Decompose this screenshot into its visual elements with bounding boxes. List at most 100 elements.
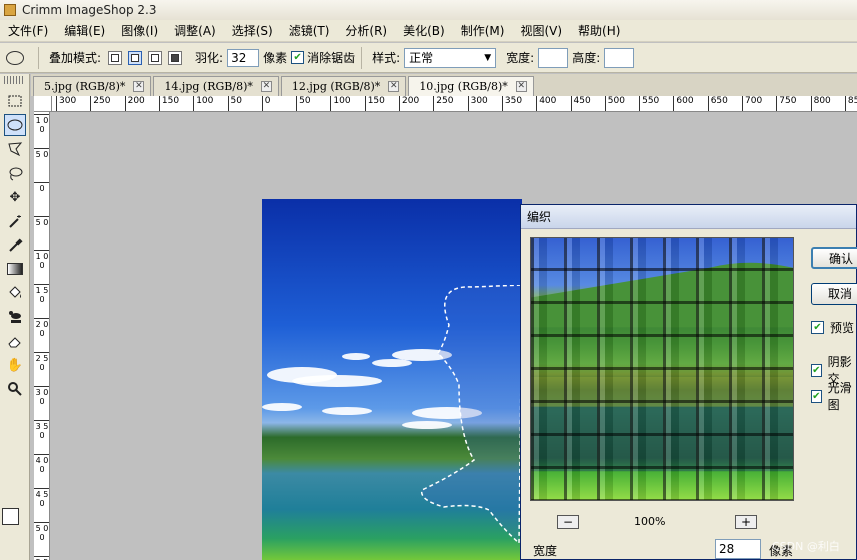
ruler-tick-label: 100 xyxy=(330,96,351,111)
style-label: 样式: xyxy=(372,51,401,65)
subtract-selection-button[interactable] xyxy=(148,50,163,65)
ruler-tick-label: 5 0 xyxy=(34,216,49,227)
ruler-tick-label: 4 0 0 xyxy=(34,454,49,474)
ruler-tick-label: 300 xyxy=(467,96,488,111)
feather-unit: 像素 xyxy=(263,51,288,65)
antialias-checkbox[interactable]: ✔ xyxy=(291,51,305,64)
preview-check-box[interactable]: ✔ xyxy=(811,321,824,334)
clone-stamp-icon[interactable] xyxy=(4,306,26,328)
width-input[interactable] xyxy=(538,47,569,68)
close-icon[interactable]: ✕ xyxy=(260,81,272,92)
shadow-check-box[interactable]: ✔ xyxy=(811,363,822,377)
gradient-icon[interactable] xyxy=(4,258,26,280)
antialias-label: 消除锯齿 xyxy=(307,51,356,65)
document-tab[interactable]: 10.jpg (RGB/8)* ✕ xyxy=(408,76,534,96)
ruler-tick-label: 150 xyxy=(364,96,385,111)
polygon-lasso-icon[interactable] xyxy=(4,138,26,160)
ruler-tick-label: 3 0 0 xyxy=(34,386,49,406)
eraser-icon[interactable] xyxy=(4,330,26,352)
menu-item[interactable]: 视图(V) xyxy=(512,20,570,42)
move-icon[interactable]: ✥ xyxy=(4,186,26,208)
ruler-tick-label: 5 0 xyxy=(34,148,49,159)
weave-width-label: 宽度 xyxy=(533,544,558,558)
ruler-tick-label: 0 xyxy=(261,96,271,111)
eyedropper-icon[interactable] xyxy=(4,234,26,256)
weave-pattern xyxy=(531,238,793,500)
ok-button[interactable]: 确认 xyxy=(811,247,857,269)
title-bar: Crimm ImageShop 2.3 xyxy=(0,0,857,20)
cancel-button[interactable]: 取消 xyxy=(811,283,857,305)
ruler-tick-label: 650 xyxy=(707,96,728,111)
menu-item[interactable]: 编辑(E) xyxy=(56,20,113,42)
ruler-corner xyxy=(34,96,52,112)
menu-item[interactable]: 图像(I) xyxy=(113,20,166,42)
ellipse-marquee-icon[interactable] xyxy=(4,114,26,136)
magic-wand-icon[interactable] xyxy=(4,210,26,232)
separator xyxy=(38,46,39,69)
close-icon[interactable]: ✕ xyxy=(133,81,145,92)
height-input[interactable] xyxy=(604,47,635,68)
ruler-tick-label: 350 xyxy=(501,96,522,111)
close-icon[interactable]: ✕ xyxy=(515,81,527,92)
weave-width-input[interactable] xyxy=(715,539,761,559)
document-tab-label: 10.jpg (RGB/8)* xyxy=(419,80,508,93)
close-icon[interactable]: ✕ xyxy=(388,81,400,92)
hand-icon[interactable]: ✋ xyxy=(4,354,26,376)
ruler-tick-label: 50 xyxy=(296,96,311,111)
document-tab[interactable]: 14.jpg (RGB/8)* ✕ xyxy=(153,76,279,96)
ruler-tick-label: 50 xyxy=(227,96,242,111)
feather-input[interactable] xyxy=(227,48,260,67)
ruler-tick-label: 5 0 0 xyxy=(34,522,49,542)
app-title: Crimm ImageShop 2.3 xyxy=(22,3,157,17)
dialog-title: 编织 xyxy=(521,205,856,229)
ruler-tick-label: 450 xyxy=(570,96,591,111)
ruler-tick-label: 2 5 0 xyxy=(34,352,49,372)
ruler-tick-label: 3 5 0 xyxy=(34,420,49,440)
foreground-color-swatch[interactable] xyxy=(2,508,19,525)
menu-item[interactable]: 选择(S) xyxy=(224,20,281,42)
menu-item[interactable]: 调整(A) xyxy=(166,20,224,42)
add-selection-button[interactable] xyxy=(128,50,143,65)
smooth-checkbox[interactable]: ✔ 光滑图 xyxy=(811,379,856,413)
lasso-icon[interactable] xyxy=(4,162,26,184)
height-label: 高度: xyxy=(572,51,601,65)
menu-item[interactable]: 美化(B) xyxy=(395,20,453,42)
document-tab[interactable]: 5.jpg (RGB/8)* ✕ xyxy=(33,76,152,96)
menu-item[interactable]: 制作(M) xyxy=(453,20,513,42)
zoom-icon[interactable] xyxy=(4,378,26,400)
app-icon xyxy=(4,4,16,16)
new-selection-button[interactable] xyxy=(108,50,123,65)
document-tab-label: 12.jpg (RGB/8)* xyxy=(291,80,381,93)
menu-item[interactable]: 帮助(H) xyxy=(570,20,628,42)
preview-checkbox[interactable]: ✔ 预览 xyxy=(811,319,854,336)
zoom-out-button[interactable]: − xyxy=(557,515,579,529)
weave-filter-dialog: 编织 确认 取消 ✔ 预览 ✔ 阴影交 ✔ 光滑图 − 100% + 宽度 像素 xyxy=(520,204,857,560)
color-swatches[interactable] xyxy=(0,506,30,546)
zoom-level: 100% xyxy=(634,515,666,528)
filter-preview[interactable] xyxy=(530,237,794,501)
width-label: 宽度: xyxy=(506,51,535,65)
style-select-value: 正常 xyxy=(409,51,434,65)
ruler-tick-label: 600 xyxy=(673,96,694,111)
intersect-selection-button[interactable] xyxy=(168,50,183,65)
menu-item[interactable]: 分析(R) xyxy=(337,20,395,42)
menu-item[interactable]: 滤镜(T) xyxy=(281,20,338,42)
ellipse-tool-icon[interactable] xyxy=(6,50,24,65)
ruler-tick-label: 1 0 0 xyxy=(34,114,49,134)
style-select[interactable]: 正常 ▼ xyxy=(404,47,497,68)
preview-label: 预览 xyxy=(830,321,855,335)
selection-outline[interactable] xyxy=(414,285,524,545)
paint-bucket-icon[interactable] xyxy=(4,282,26,304)
ruler-tick-label: 0 xyxy=(34,182,49,193)
menu-item[interactable]: 文件(F) xyxy=(0,20,56,42)
smooth-check-box[interactable]: ✔ xyxy=(811,389,822,403)
ruler-tick-label: 700 xyxy=(742,96,762,111)
zoom-in-button[interactable]: + xyxy=(735,515,757,529)
ruler-tick-label: 850 xyxy=(844,96,857,111)
ruler-tick-label: 400 xyxy=(536,96,556,111)
ruler-tick-label: 250 xyxy=(433,96,453,111)
horizontal-ruler: 300 250 200 150 100 50 0 50 100 150 200 250 300 350 40… xyxy=(52,96,857,112)
document-tab[interactable]: 12.jpg (RGB/8)* ✕ xyxy=(280,76,407,96)
rect-marquee-icon[interactable] xyxy=(4,90,26,112)
panel-grip[interactable] xyxy=(4,76,25,84)
